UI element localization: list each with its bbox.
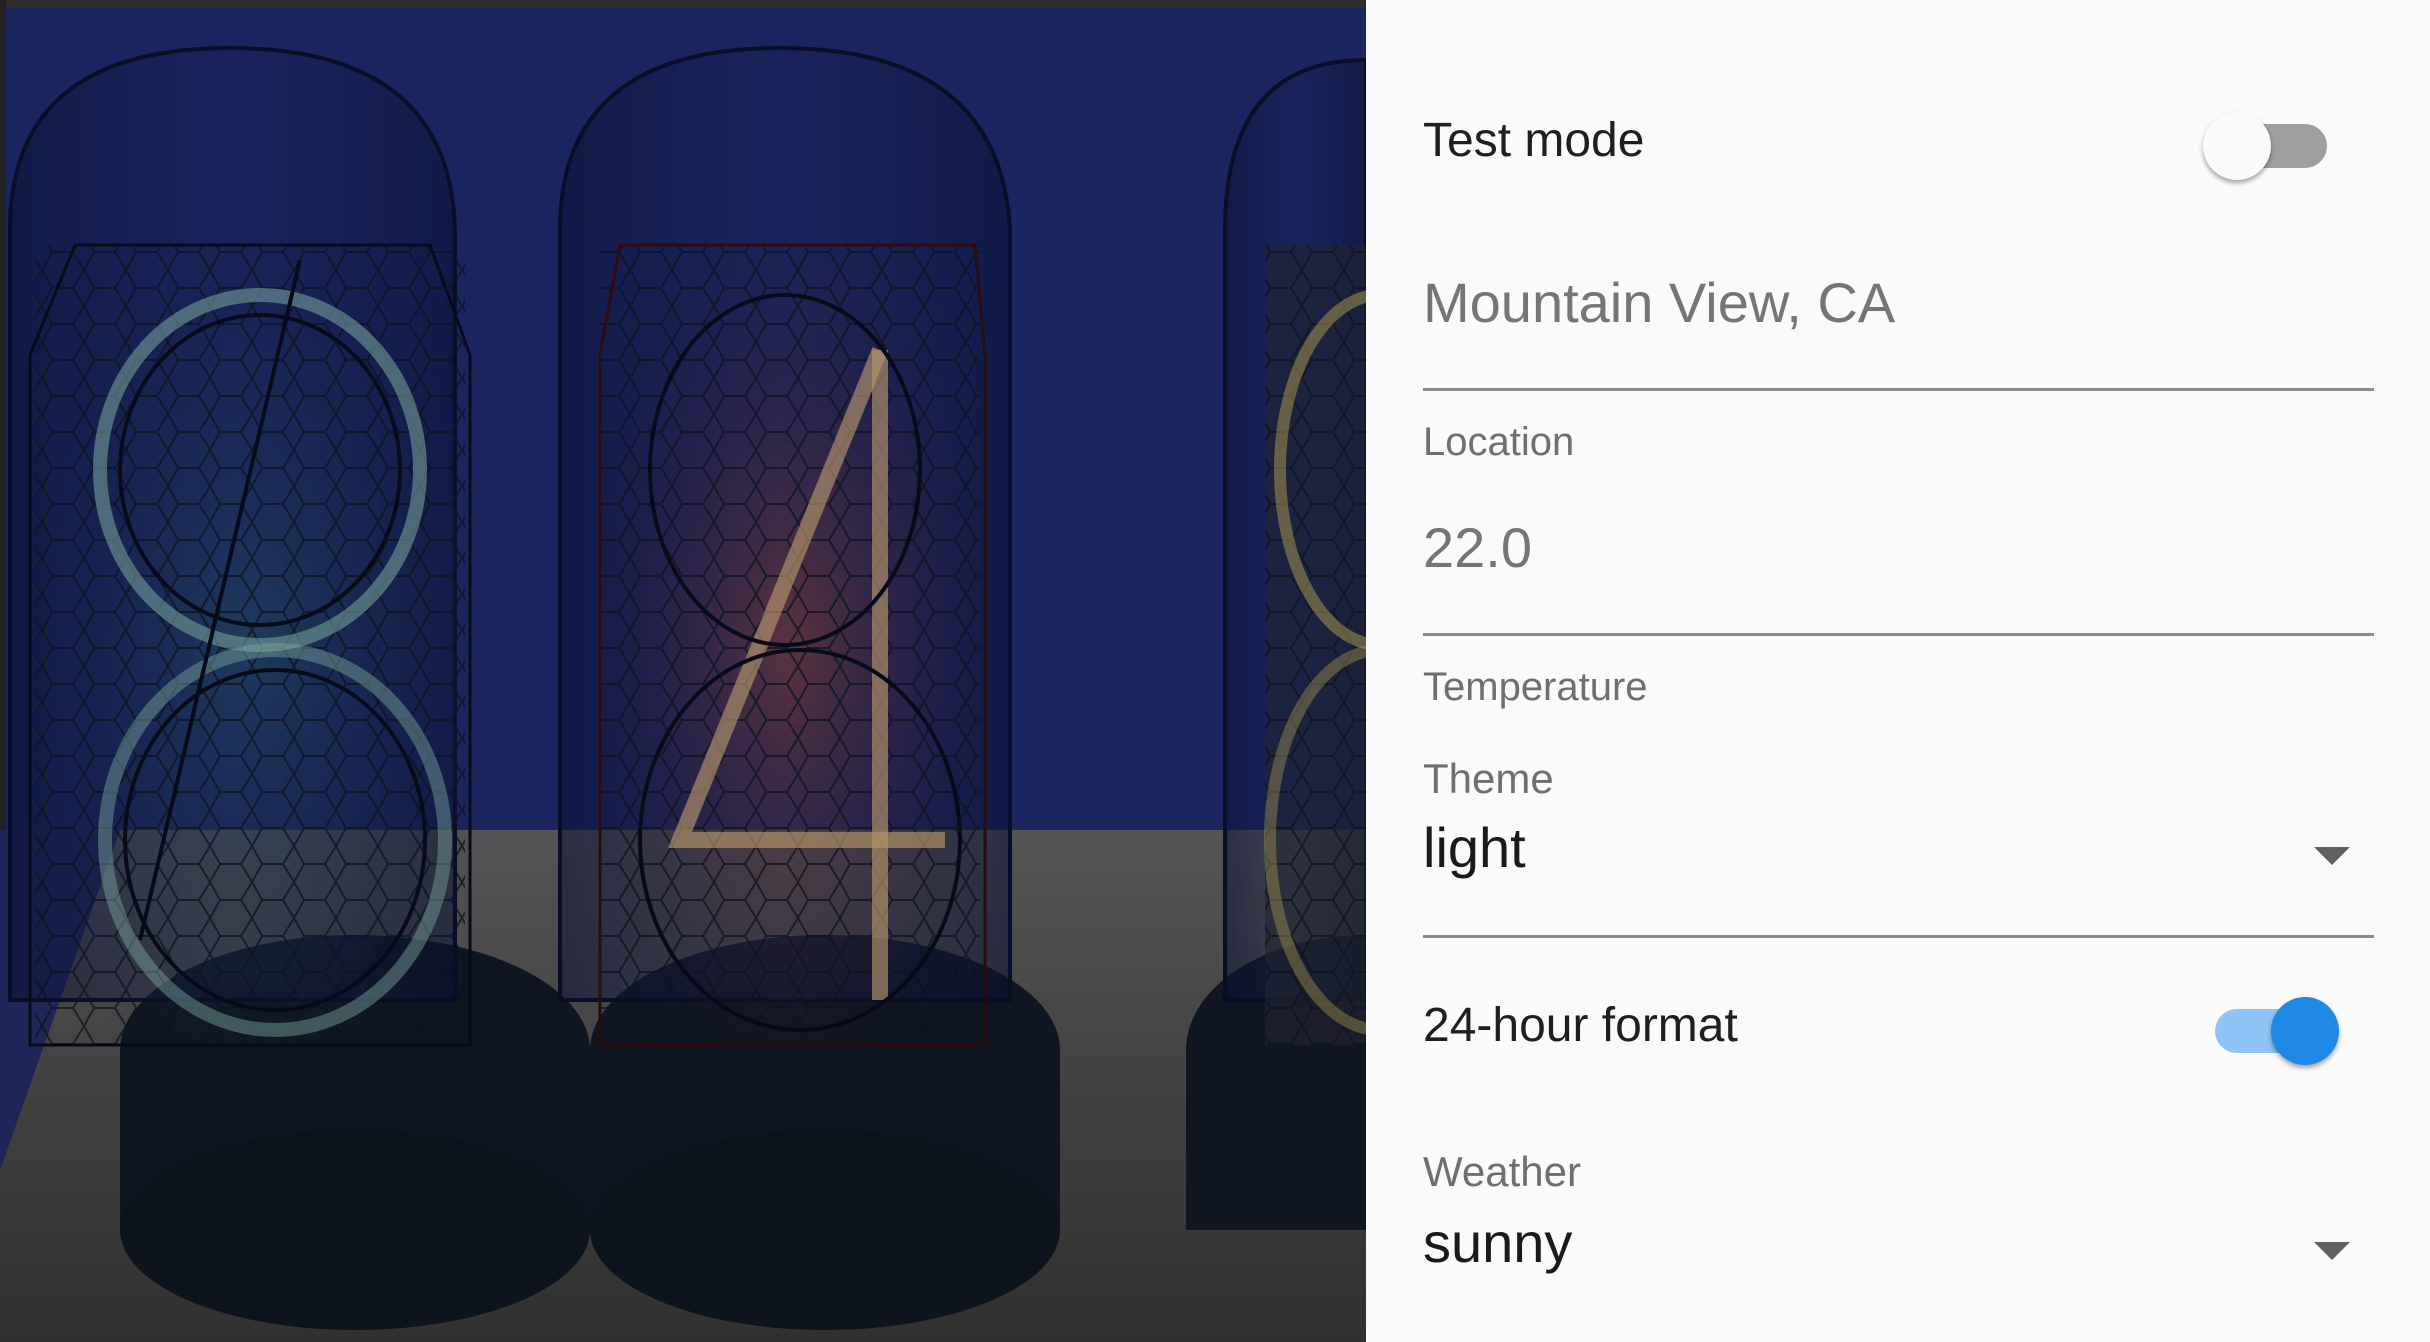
temperature-helper: Temperature bbox=[1423, 665, 1648, 709]
theme-label: Theme bbox=[1423, 755, 1554, 802]
test-mode-row[interactable]: Test mode bbox=[1423, 100, 2343, 180]
theme-dropdown[interactable]: Theme light bbox=[1423, 755, 2374, 940]
weather-label: Weather bbox=[1423, 1148, 1581, 1195]
test-mode-switch[interactable] bbox=[2203, 100, 2343, 180]
weather-dropdown-arrow-icon bbox=[2314, 1242, 2350, 1260]
hour-format-row[interactable]: 24-hour format bbox=[1423, 985, 2343, 1065]
test-mode-label: Test mode bbox=[1423, 113, 1645, 167]
temperature-input[interactable]: 22.0 bbox=[1423, 515, 2374, 580]
hour-format-label: 24-hour format bbox=[1423, 998, 1738, 1052]
settings-panel: Test mode Mountain View, CA Location 22.… bbox=[1366, 0, 2430, 1342]
hour-format-switch[interactable] bbox=[2203, 985, 2343, 1065]
theme-underline bbox=[1423, 935, 2374, 938]
location-underline bbox=[1423, 388, 2374, 391]
theme-dropdown-arrow-icon bbox=[2314, 847, 2350, 865]
temperature-field[interactable]: 22.0 Temperature bbox=[1423, 515, 2374, 715]
test-mode-switch-thumb bbox=[2203, 112, 2271, 180]
location-helper: Location bbox=[1423, 420, 1575, 464]
temperature-underline bbox=[1423, 633, 2374, 636]
weather-value: sunny bbox=[1423, 1211, 1573, 1274]
hour-format-switch-thumb bbox=[2271, 997, 2339, 1065]
theme-value: light bbox=[1423, 816, 1526, 879]
location-input[interactable]: Mountain View, CA bbox=[1423, 270, 2374, 335]
location-field[interactable]: Mountain View, CA Location bbox=[1423, 270, 2374, 470]
nixie-clock-preview bbox=[0, 0, 1366, 1342]
weather-dropdown[interactable]: Weather sunny bbox=[1423, 1148, 2374, 1298]
